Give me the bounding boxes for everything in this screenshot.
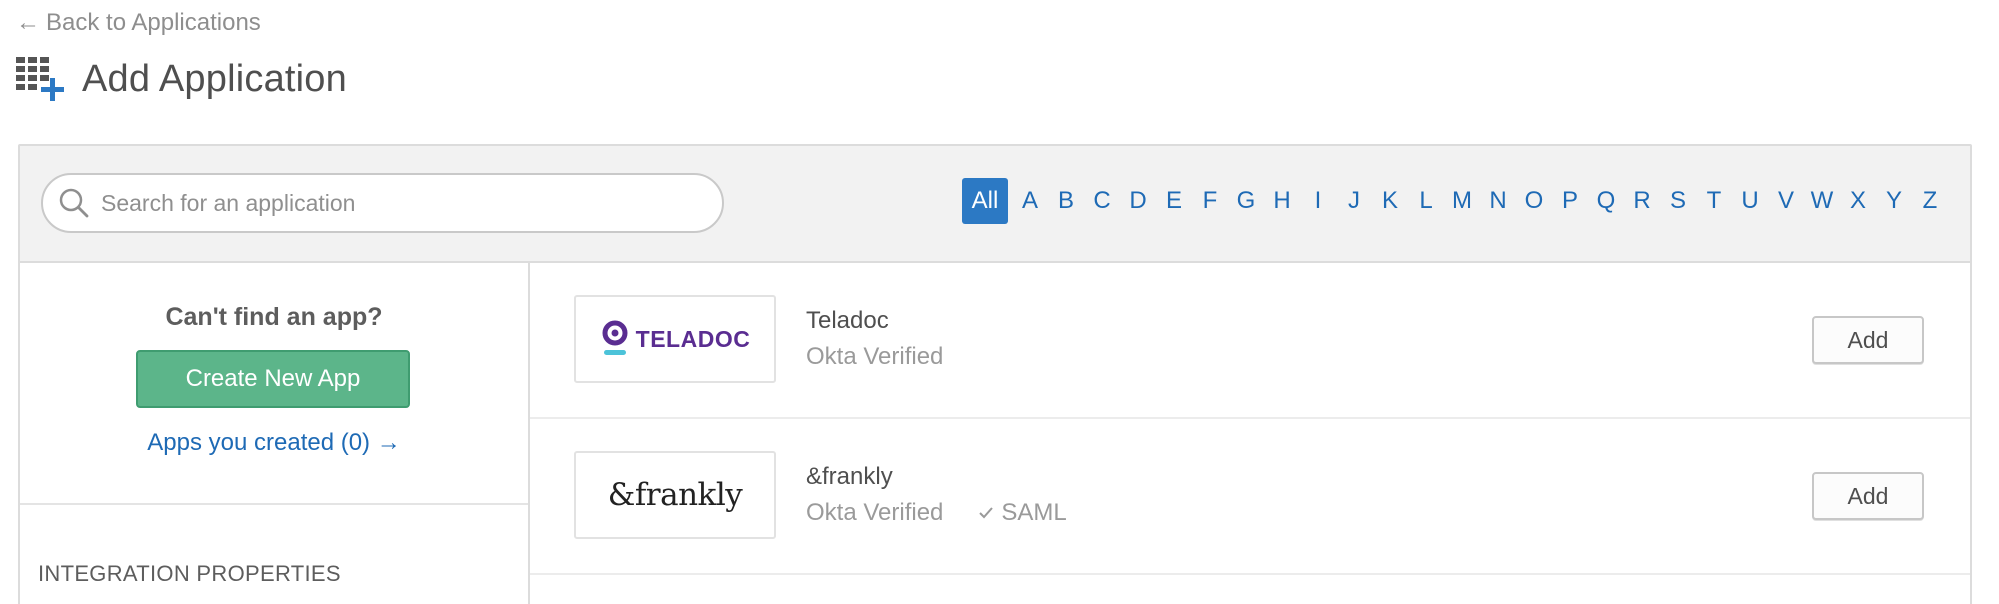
cant-find-heading: Can't find an app? [165, 303, 383, 331]
add-teladoc-button[interactable]: Add [1812, 316, 1924, 364]
alpha-filter-g[interactable]: G [1228, 178, 1264, 224]
alpha-filter-y[interactable]: Y [1876, 178, 1912, 224]
alpha-filter-v[interactable]: V [1768, 178, 1804, 224]
saml-badge: SAML [977, 499, 1067, 527]
app-name: Teladoc [806, 307, 889, 334]
verified-label: Okta Verified [806, 499, 944, 526]
search-input[interactable] [99, 188, 683, 218]
sidebar: Can't find an app? Create New App Apps y… [20, 263, 530, 604]
alpha-filter-z[interactable]: Z [1912, 178, 1948, 224]
left-arrow-icon: ← [16, 9, 40, 36]
alpha-filter-f[interactable]: F [1192, 178, 1228, 224]
sidebar-divider [20, 503, 528, 505]
app-row-frankly: &frankly &frankly Okta Verified SAML Add [530, 419, 1970, 575]
page: ← Back to Applications Add Application S… [0, 0, 1999, 604]
search-box[interactable] [41, 173, 724, 233]
alpha-filter-c[interactable]: C [1084, 178, 1120, 224]
alpha-filter-r[interactable]: R [1624, 178, 1660, 224]
alpha-filter-i[interactable]: I [1300, 178, 1336, 224]
page-header: Add Application [16, 55, 347, 103]
application-catalog-panel: AllABCDEFGHIJKLMNOPQRSTUVWXYZ Can't find… [18, 144, 1972, 604]
alpha-filter-w[interactable]: W [1804, 178, 1840, 224]
app-meta: Okta Verified SAML [806, 499, 1067, 527]
back-to-applications-link[interactable]: ← Back to Applications [16, 9, 261, 37]
alphabet-filter: All A B C D E F G H I J K L M N O P Q R S T U V W X Y Z [962, 178, 1948, 224]
teladoc-symbol-icon [602, 320, 628, 355]
alpha-filter-d[interactable]: D [1120, 178, 1156, 224]
teladoc-logo[interactable]: TELADOC [574, 295, 776, 383]
alpha-filter-m[interactable]: M [1444, 178, 1480, 224]
alpha-filter-n[interactable]: N [1480, 178, 1516, 224]
frankly-logo-text: &frankly [607, 477, 743, 513]
integration-properties-heading: INTEGRATION PROPERTIES [38, 561, 341, 586]
add-frankly-button[interactable]: Add [1812, 472, 1924, 520]
apps-you-created-link[interactable]: Apps you created (0) → [20, 429, 528, 457]
alpha-filter-b[interactable]: B [1048, 178, 1084, 224]
app-row-teladoc: TELADOC Teladoc Okta Verified Add [530, 263, 1970, 419]
alpha-filter-q[interactable]: Q [1588, 178, 1624, 224]
alpha-filter-s[interactable]: S [1660, 178, 1696, 224]
alpha-filter-j[interactable]: J [1336, 178, 1372, 224]
catalog-toolbar: AllABCDEFGHIJKLMNOPQRSTUVWXYZ [20, 146, 1970, 263]
teladoc-logo-text: TELADOC [635, 325, 751, 352]
verified-label: Okta Verified [806, 343, 944, 370]
page-title: Add Application [82, 57, 347, 100]
app-name: &frankly [806, 463, 893, 490]
alpha-filter-o[interactable]: O [1516, 178, 1552, 224]
app-meta: Okta Verified [806, 343, 943, 371]
alpha-filter-a[interactable]: A [1012, 178, 1048, 224]
teladoc-logo-mark: TELADOC [600, 319, 751, 359]
alpha-filter-l[interactable]: L [1408, 178, 1444, 224]
app-grid-add-icon [16, 57, 64, 101]
alpha-filter-all[interactable]: All [962, 178, 1008, 224]
search-icon [59, 188, 89, 218]
alpha-filter-u[interactable]: U [1732, 178, 1768, 224]
protocol-label: SAML [1001, 499, 1067, 526]
frankly-logo[interactable]: &frankly [574, 451, 776, 539]
alpha-filter-e[interactable]: E [1156, 178, 1192, 224]
create-new-app-button[interactable]: Create New App [136, 350, 410, 408]
alpha-filter-p[interactable]: P [1552, 178, 1588, 224]
check-icon [979, 507, 994, 519]
back-link-label: Back to Applications [46, 9, 261, 36]
alpha-filter-x[interactable]: X [1840, 178, 1876, 224]
app-list: TELADOC Teladoc Okta Verified Add &frank… [530, 263, 1970, 604]
alpha-filter-t[interactable]: T [1696, 178, 1732, 224]
alpha-filter-h[interactable]: H [1264, 178, 1300, 224]
alpha-filter-k[interactable]: K [1372, 178, 1408, 224]
